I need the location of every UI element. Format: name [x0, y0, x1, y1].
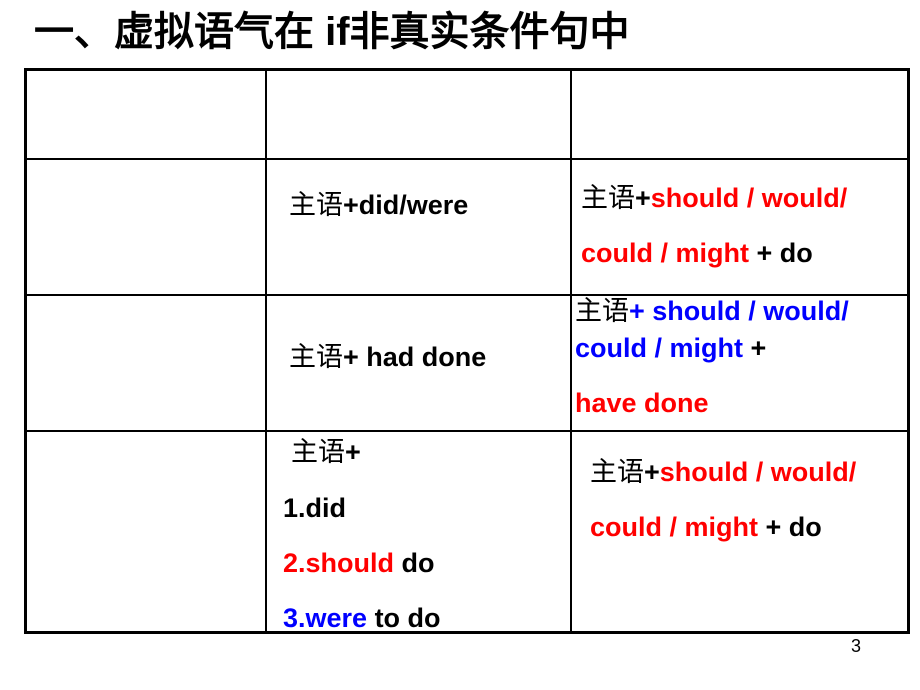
table-row: 主语+ had done 主语+ should / would/ could /…	[27, 296, 907, 432]
condition-line: 主语+	[291, 436, 361, 469]
subject-text: 主语	[289, 342, 343, 373]
condition-option-1: 1.did	[283, 492, 346, 524]
option-highlight-text: 2.should	[283, 548, 395, 578]
condition-cell: 主语+did/were	[267, 160, 572, 294]
modal-verbs-text: + should / would/	[629, 296, 849, 326]
result-line-2: could / might +	[575, 332, 766, 364]
row-label-cell	[27, 160, 267, 294]
result-cell: 主语+should / would/ could / might + do	[572, 160, 907, 294]
header-cell-condition	[267, 71, 572, 158]
option-tail-text: do	[394, 548, 435, 578]
option-text: 1.did	[283, 493, 347, 523]
condition-option-2: 2.should do	[283, 547, 435, 579]
condition-cell: 主语+ 1.did 2.should do 3.were to do	[267, 432, 572, 634]
verb-tail-text: + do	[749, 238, 813, 268]
option-tail-text: to do	[367, 603, 441, 633]
subject-text: 主语	[291, 437, 345, 468]
modal-verbs-text: could / might	[575, 333, 743, 363]
grammar-table: 主语+did/were 主语+should / would/ could / m…	[24, 68, 910, 634]
row-label-cell	[27, 296, 267, 430]
verb-tail-text: + do	[758, 512, 822, 542]
result-line-2: could / might + do	[590, 511, 822, 543]
row-label-cell	[27, 432, 267, 634]
table-header-row	[27, 71, 907, 160]
subject-text: 主语	[581, 183, 635, 214]
result-cell: 主语+should / would/ could / might + do	[572, 432, 907, 634]
slide-title: 一、虚拟语气在 if非真实条件句中	[34, 10, 630, 54]
header-cell-label	[27, 71, 267, 158]
page-number: 3	[851, 636, 862, 656]
subject-text: 主语	[590, 457, 644, 488]
perfect-verb-text: have done	[575, 388, 709, 418]
condition-verb-text: + had done	[343, 342, 487, 372]
result-cell: 主语+ should / would/ could / might + have…	[572, 296, 907, 430]
subject-text: 主语	[289, 190, 343, 221]
modal-verbs-text: could / might	[590, 512, 758, 542]
condition-cell: 主语+ had done	[267, 296, 572, 430]
condition-verb-text: +did/were	[343, 190, 469, 220]
result-line-3: have done	[575, 387, 709, 419]
verb-tail-text: +	[743, 333, 767, 363]
result-line-2: could / might + do	[581, 237, 813, 269]
table-row: 主语+ 1.did 2.should do 3.were to do 主语+sh…	[27, 432, 907, 634]
subject-text: 主语	[575, 296, 629, 327]
header-cell-result	[572, 71, 907, 158]
modal-verbs-text: could / might	[581, 238, 749, 268]
condition-line: 主语+ had done	[289, 341, 486, 374]
result-line-1: 主语+should / would/	[590, 456, 856, 489]
table-row: 主语+did/were 主语+should / would/ could / m…	[27, 160, 907, 296]
result-line-1: 主语+should / would/	[581, 182, 847, 215]
result-line-1: 主语+ should / would/	[575, 295, 849, 328]
modal-verbs-text: should / would/	[650, 183, 848, 213]
option-highlight-text: 3.were	[283, 603, 368, 633]
modal-verbs-text: should / would/	[659, 457, 857, 487]
plus-text: +	[635, 183, 651, 213]
condition-line: 主语+did/were	[289, 189, 468, 222]
plus-text: +	[644, 457, 660, 487]
plus-text: +	[345, 437, 361, 467]
condition-option-3: 3.were to do	[283, 602, 441, 634]
